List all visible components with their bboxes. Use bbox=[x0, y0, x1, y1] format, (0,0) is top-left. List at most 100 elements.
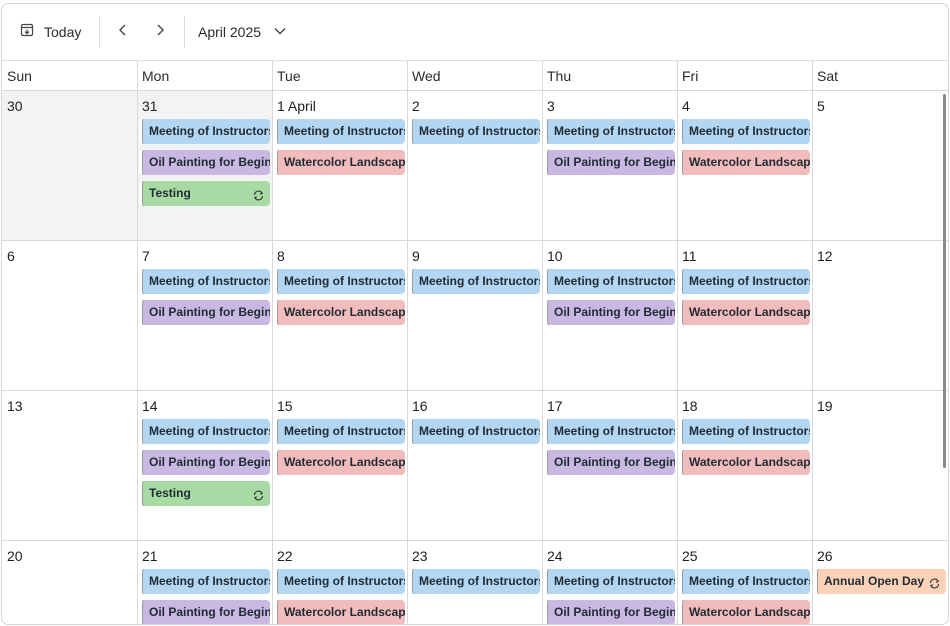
day-cell[interactable]: 10 Meeting of Instructors Oil Painting for… bbox=[542, 241, 677, 391]
day-cell[interactable]: 6 bbox=[2, 241, 137, 391]
day-cell[interactable]: 26 Annual Open Day bbox=[812, 541, 948, 624]
next-button[interactable] bbox=[146, 18, 174, 46]
day-cell[interactable]: 16 Meeting of Instructors bbox=[407, 391, 542, 541]
day-cell[interactable]: 13 bbox=[2, 391, 137, 541]
event-item[interactable]: Watercolor Landscapes bbox=[679, 300, 810, 325]
event-title: Oil Painting for Beginners bbox=[149, 605, 270, 619]
event-item[interactable]: Watercolor Landscapes bbox=[679, 600, 810, 624]
day-cell[interactable]: 7 Meeting of Instructors Oil Painting for … bbox=[137, 241, 272, 391]
event-item[interactable]: Meeting of Instructors bbox=[544, 419, 675, 444]
day-cell[interactable]: 8 Meeting of Instructors Watercolor Landsc… bbox=[272, 241, 407, 391]
day-cell[interactable]: 20 bbox=[2, 541, 137, 624]
event-item[interactable]: Oil Painting for Beginners bbox=[544, 600, 675, 624]
event-title: Meeting of Instructors bbox=[419, 574, 540, 588]
event-item[interactable]: Meeting of Instructors bbox=[544, 269, 675, 294]
day-cell[interactable]: 9 Meeting of Instructors bbox=[407, 241, 542, 391]
month-picker[interactable]: April 2025 bbox=[190, 18, 295, 46]
event-item[interactable]: Meeting of Instructors bbox=[139, 569, 270, 594]
day-cell[interactable]: 21 Meeting of Instructors Oil Painting for… bbox=[137, 541, 272, 624]
event-item[interactable]: Oil Painting for Beginners bbox=[139, 450, 270, 475]
day-cell[interactable]: 5 bbox=[812, 91, 948, 241]
event-title: Meeting of Instructors bbox=[554, 124, 675, 138]
event-title: Meeting of Instructors bbox=[284, 274, 405, 288]
day-cell[interactable]: 18 Meeting of Instructors Watercolor Lands… bbox=[677, 391, 812, 541]
event-item[interactable]: Meeting of Instructors bbox=[274, 419, 405, 444]
weekday-header: Wed bbox=[412, 68, 441, 84]
date-number: 17 bbox=[547, 398, 563, 414]
day-cell[interactable]: 15 Meeting of Instructors Watercolor Lands… bbox=[272, 391, 407, 541]
day-cell[interactable]: 19 bbox=[812, 391, 948, 541]
event-item[interactable]: Annual Open Day bbox=[814, 569, 946, 594]
event-title: Oil Painting for Beginners bbox=[149, 455, 270, 469]
event-item[interactable]: Meeting of Instructors bbox=[274, 119, 405, 144]
event-item[interactable]: Meeting of Instructors bbox=[139, 419, 270, 444]
event-item[interactable]: Meeting of Instructors bbox=[679, 569, 810, 594]
date-number: 9 bbox=[412, 248, 420, 264]
event-item[interactable]: Meeting of Instructors bbox=[274, 569, 405, 594]
event-title: Meeting of Instructors bbox=[149, 274, 270, 288]
day-cell[interactable]: 4 Meeting of Instructors Watercolor Landsc… bbox=[677, 91, 812, 241]
day-cell[interactable]: 25 Meeting of Instructors Watercolor Lands… bbox=[677, 541, 812, 624]
event-item[interactable]: Watercolor Landscapes bbox=[274, 600, 405, 624]
event-item[interactable]: Meeting of Instructors bbox=[679, 269, 810, 294]
event-title: Oil Painting for Beginners bbox=[149, 155, 270, 169]
day-cell[interactable]: 24 Meeting of Instructors Oil Painting for… bbox=[542, 541, 677, 624]
today-button[interactable]: Today bbox=[12, 17, 89, 47]
day-cell[interactable]: 2 Meeting of Instructors bbox=[407, 91, 542, 241]
event-title: Oil Painting for Beginners bbox=[554, 605, 675, 619]
day-cell[interactable]: 30 bbox=[2, 91, 137, 241]
event-item[interactable]: Watercolor Landscapes bbox=[679, 150, 810, 175]
event-item[interactable]: Meeting of Instructors bbox=[139, 269, 270, 294]
event-item[interactable]: Meeting of Instructors bbox=[409, 569, 540, 594]
chevron-left-icon bbox=[118, 23, 128, 42]
date-number: 14 bbox=[142, 398, 158, 414]
day-cell[interactable]: 11 Meeting of Instructors Watercolor Lands… bbox=[677, 241, 812, 391]
weekday-header: Thu bbox=[547, 68, 572, 84]
event-item[interactable]: Meeting of Instructors bbox=[679, 119, 810, 144]
event-item[interactable]: Watercolor Landscapes bbox=[679, 450, 810, 475]
date-number: 18 bbox=[682, 398, 698, 414]
event-item[interactable]: Testing bbox=[139, 481, 270, 506]
day-cell[interactable]: 12 bbox=[812, 241, 948, 391]
date-number: 16 bbox=[412, 398, 428, 414]
event-item[interactable]: Meeting of Instructors bbox=[679, 419, 810, 444]
event-item[interactable]: Meeting of Instructors bbox=[544, 119, 675, 144]
event-item[interactable]: Testing bbox=[139, 181, 270, 206]
weekday-header: Sat bbox=[817, 68, 839, 84]
event-title: Meeting of Instructors bbox=[689, 424, 810, 438]
event-item[interactable]: Oil Painting for Beginners bbox=[139, 150, 270, 175]
date-number: 6 bbox=[7, 248, 15, 264]
event-title: Meeting of Instructors bbox=[149, 424, 270, 438]
grid-line bbox=[2, 240, 948, 241]
day-cell[interactable]: 14 Meeting of Instructors Oil Painting for… bbox=[137, 391, 272, 541]
day-cell[interactable]: 1 April Meeting of Instructors Watercolor … bbox=[272, 91, 407, 241]
grid-line bbox=[2, 90, 948, 91]
day-cell[interactable]: 23 Meeting of Instructors bbox=[407, 541, 542, 624]
event-item[interactable]: Oil Painting for Beginners bbox=[139, 300, 270, 325]
previous-button[interactable] bbox=[109, 18, 137, 46]
event-title: Annual Open Day bbox=[824, 574, 925, 588]
vertical-scrollbar[interactable] bbox=[943, 94, 946, 468]
event-item[interactable]: Oil Painting for Beginners bbox=[544, 450, 675, 475]
day-cell[interactable]: 3 Meeting of Instructors Oil Painting for … bbox=[542, 91, 677, 241]
event-item[interactable]: Meeting of Instructors bbox=[544, 569, 675, 594]
event-item[interactable]: Watercolor Landscapes bbox=[274, 300, 405, 325]
event-item[interactable]: Oil Painting for Beginners bbox=[139, 600, 270, 624]
event-item[interactable]: Watercolor Landscapes bbox=[274, 450, 405, 475]
event-item[interactable]: Meeting of Instructors bbox=[409, 119, 540, 144]
event-item[interactable]: Oil Painting for Beginners bbox=[544, 150, 675, 175]
event-title: Meeting of Instructors bbox=[284, 424, 405, 438]
event-item[interactable]: Watercolor Landscapes bbox=[274, 150, 405, 175]
day-cell[interactable]: 17 Meeting of Instructors Oil Painting for… bbox=[542, 391, 677, 541]
event-item[interactable]: Meeting of Instructors bbox=[139, 119, 270, 144]
event-item[interactable]: Meeting of Instructors bbox=[409, 419, 540, 444]
date-number: 24 bbox=[547, 548, 563, 564]
date-number: 3 bbox=[547, 98, 555, 114]
day-cell[interactable]: 31 Meeting of Instructors Oil Painting for… bbox=[137, 91, 272, 241]
event-title: Meeting of Instructors bbox=[284, 124, 405, 138]
event-item[interactable]: Meeting of Instructors bbox=[409, 269, 540, 294]
event-item[interactable]: Oil Painting for Beginners bbox=[544, 300, 675, 325]
event-item[interactable]: Meeting of Instructors bbox=[274, 269, 405, 294]
day-cell[interactable]: 22 Meeting of Instructors Watercolor Lands… bbox=[272, 541, 407, 624]
event-title: Testing bbox=[149, 186, 191, 200]
